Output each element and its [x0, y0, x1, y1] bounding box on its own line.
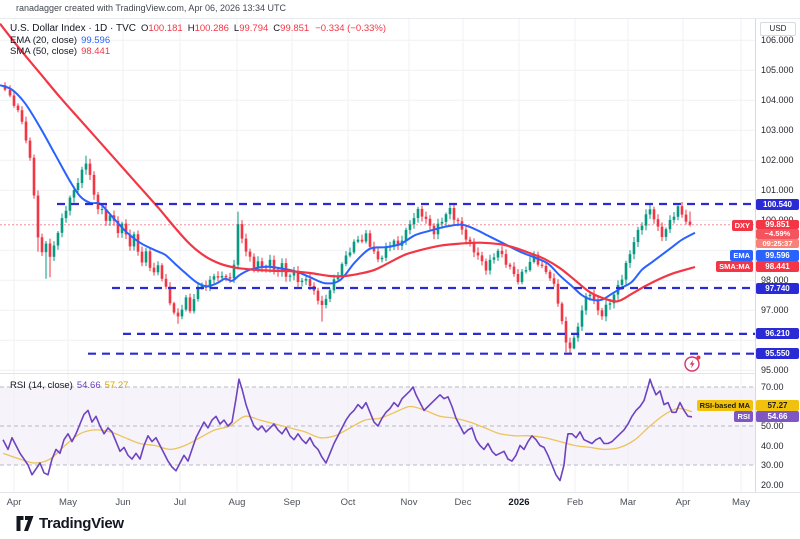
rsi-legend-row[interactable]: RSI (14, close) 54.66 57.27: [10, 375, 128, 393]
time-axis[interactable]: Apr May Jun Jul Aug Sep Oct Nov Dec 2026 Feb Mar Apr…: [0, 492, 800, 513]
tradingview-logo-text: TradingView: [39, 515, 124, 532]
rsi-ma-value: 57.27: [105, 380, 129, 391]
time-axis-label: May: [59, 497, 77, 508]
time-axis-label: Feb: [567, 497, 583, 508]
price-axis-label: 104.000: [761, 95, 794, 105]
ohlc-values: O100.181H100.286L99.794C99.851: [136, 18, 309, 35]
time-axis-label: Aug: [229, 497, 246, 508]
rsi-axis-label: 70.00: [761, 382, 784, 392]
tradingview-logo-icon: [16, 515, 34, 532]
time-axis-label: Nov: [401, 497, 418, 508]
price-axis-label: 95.000: [761, 365, 789, 375]
ohlc-number: 99.851: [280, 23, 309, 34]
bottom-bar: TradingView: [0, 512, 800, 539]
time-axis-label: Apr: [676, 497, 691, 508]
rsi-label: RSI (14, close): [10, 380, 73, 391]
price-axis-label: 105.000: [761, 65, 794, 75]
rsi-value: 54.66: [77, 380, 101, 391]
time-axis-label: Apr: [7, 497, 22, 508]
currency-label: USD: [760, 22, 796, 36]
time-axis-label: Oct: [341, 497, 356, 508]
attribution-text: ranadagger created with TradingView.com,…: [16, 3, 286, 13]
pane-separator[interactable]: [0, 373, 800, 374]
time-axis-label: May: [732, 497, 750, 508]
time-axis-label: Jun: [115, 497, 130, 508]
price-axis-label: 106.000: [761, 35, 794, 45]
rsi-axis-label: 30.00: [761, 460, 784, 470]
price-axis-label: 103.000: [761, 125, 794, 135]
tradingview-logo[interactable]: TradingView: [16, 515, 124, 532]
rsi-axis-label: 20.00: [761, 480, 784, 490]
rsi-axis-label: 40.00: [761, 441, 784, 451]
time-axis-label: Jul: [174, 497, 186, 508]
sma-value: 98.441: [81, 46, 110, 57]
main-price-chart[interactable]: [0, 19, 755, 373]
time-axis-label: 2026: [508, 497, 529, 508]
price-axis-label: 102.000: [761, 155, 794, 165]
legend-panel: U.S. Dollar Index · 1D · TVCO100.181H100…: [10, 21, 386, 56]
time-axis-label: Mar: [620, 497, 636, 508]
ohlc-number: 99.794: [239, 23, 268, 34]
time-axis-label: Sep: [284, 497, 301, 508]
ohlc-number: 100.286: [195, 23, 229, 34]
rsi-axis-label: 50.00: [761, 421, 784, 431]
symbol-legend-row[interactable]: U.S. Dollar Index · 1D · TVCO100.181H100…: [10, 21, 386, 33]
ohlc-letter: H: [188, 23, 195, 34]
ohlc-number: 100.181: [148, 23, 182, 34]
chart-area[interactable]: USD 106.000 105.000 104.000 103.000 102.000 1…: [0, 18, 800, 493]
price-axis[interactable]: USD 106.000 105.000 104.000 103.000 102.000 1…: [755, 19, 800, 493]
price-axis-label: 97.000: [761, 305, 789, 315]
price-axis-label: 98.000: [761, 275, 789, 285]
sma-legend-row[interactable]: SMA (50, close) 98.441: [10, 44, 386, 56]
price-axis-label: 101.000: [761, 185, 794, 195]
flash-alert-icon[interactable]: [683, 354, 702, 373]
sma-label: SMA (50, close): [10, 46, 77, 57]
price-axis-label: 100.000: [761, 215, 794, 225]
tradingview-chart-snapshot: ranadagger created with TradingView.com,…: [0, 0, 800, 539]
change-value: −0.334 (−0.33%): [315, 23, 386, 34]
time-axis-label: Dec: [455, 497, 472, 508]
